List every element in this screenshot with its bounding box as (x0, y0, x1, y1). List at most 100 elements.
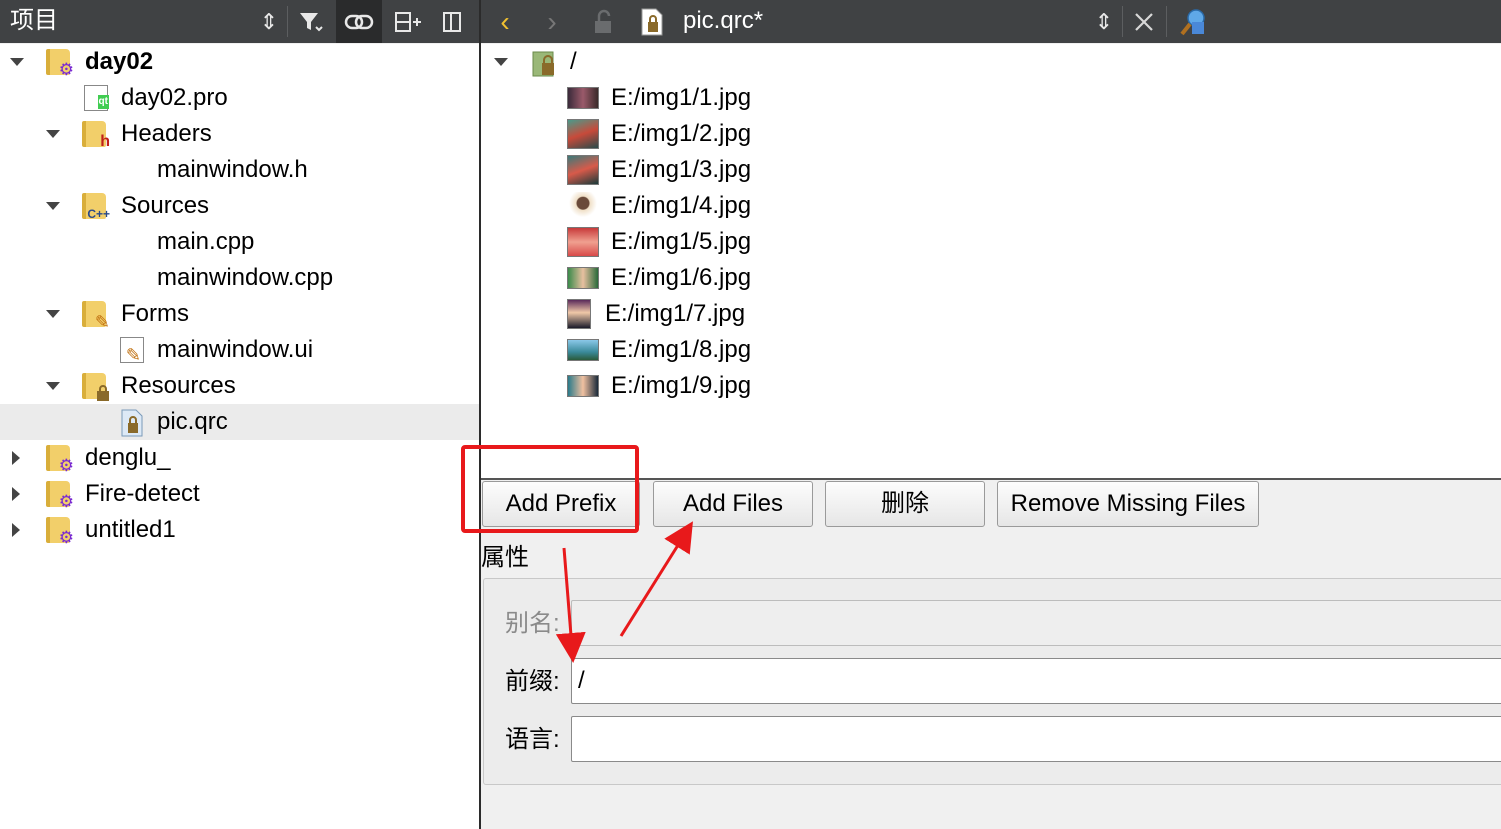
properties-group-title: 属性 (481, 544, 529, 571)
tree-item-label: pic.qrc (157, 408, 228, 435)
close-sidebar-icon[interactable] (434, 0, 470, 43)
tree-item-denglu[interactable]: ⚙ denglu_ (0, 440, 479, 476)
image-thumbnail-icon (567, 155, 599, 185)
tree-item-pic-qrc[interactable]: pic.qrc (0, 404, 479, 440)
resource-file-row[interactable]: E:/img1/7.jpg (481, 296, 1501, 332)
tree-item-label: mainwindow.h (157, 156, 308, 183)
tree-item-day02-pro[interactable]: qt day02.pro (0, 80, 479, 116)
tree-item-mainwindow-h[interactable]: mainwindow.h (0, 152, 479, 188)
ui-file-icon: ✎ (120, 337, 144, 364)
image-thumbnail-icon (567, 87, 599, 109)
lock-icon[interactable] (585, 0, 621, 43)
toolbar-divider (287, 6, 288, 37)
resource-file-label: E:/img1/3.jpg (611, 156, 752, 183)
collapse-arrow-icon[interactable] (46, 382, 60, 390)
tree-item-label: Resources (121, 372, 236, 399)
resource-file-row[interactable]: E:/img1/9.jpg (481, 368, 1501, 404)
resource-file-label: E:/img1/8.jpg (611, 336, 752, 363)
tree-item-mainwindow-ui[interactable]: ✎ mainwindow.ui (0, 332, 479, 368)
pro-file-icon: qt (84, 85, 109, 111)
tree-item-label: Headers (121, 120, 212, 147)
resource-file-row[interactable]: E:/img1/3.jpg (481, 152, 1501, 188)
sort-icon[interactable]: ⇕ (251, 0, 287, 43)
collapse-arrow-icon[interactable] (46, 202, 60, 210)
language-label: 语言: (505, 726, 560, 753)
expand-arrow-icon[interactable] (12, 523, 20, 537)
resource-file-row[interactable]: E:/img1/8.jpg (481, 332, 1501, 368)
tree-item-resources[interactable]: Resources (0, 368, 479, 404)
alias-label: 别名: (505, 610, 560, 637)
tree-item-label: untitled1 (85, 516, 176, 543)
resource-file-label: E:/img1/5.jpg (611, 228, 752, 255)
resource-tree[interactable]: / E:/img1/1.jpg E:/img1/2.jpg E:/img1/3.… (481, 44, 1501, 478)
headers-folder-icon: h (82, 121, 110, 150)
resource-file-row[interactable]: E:/img1/6.jpg (481, 260, 1501, 296)
tree-item-label: mainwindow.ui (157, 336, 314, 363)
expand-arrow-icon[interactable] (12, 487, 20, 501)
tree-item-label: day02.pro (121, 84, 228, 111)
alias-field[interactable] (571, 600, 1501, 646)
back-icon[interactable]: ‹ (487, 0, 523, 43)
toolbar-divider (1166, 6, 1167, 37)
prefix-field[interactable]: / (571, 658, 1501, 704)
filter-icon[interactable] (293, 0, 329, 43)
forward-icon[interactable]: › (534, 0, 570, 43)
tree-item-label: Sources (121, 192, 210, 219)
project-panel-toolbar: 项目 ⇕ (0, 0, 479, 43)
tree-item-mainwindow-cpp[interactable]: mainwindow.cpp (0, 260, 479, 296)
language-field[interactable] (571, 716, 1501, 762)
image-thumbnail-icon (567, 267, 599, 289)
resource-file-label: E:/img1/2.jpg (611, 120, 752, 147)
tree-item-untitled1[interactable]: ⚙ untitled1 (0, 512, 479, 548)
tree-item-sources[interactable]: C++ Sources (0, 188, 479, 224)
editor-tab-filename[interactable]: pic.qrc* (683, 6, 763, 36)
qrc-file-icon (120, 409, 144, 437)
image-thumbnail-icon (567, 299, 591, 329)
collapse-arrow-icon[interactable] (494, 58, 508, 66)
resource-file-label: E:/img1/4.jpg (611, 192, 752, 219)
remove-missing-files-button[interactable]: Remove Missing Files (997, 481, 1259, 527)
resource-file-label: E:/img1/1.jpg (611, 84, 752, 111)
split-add-icon[interactable] (390, 0, 426, 43)
updown-icon[interactable]: ⇕ (1086, 0, 1122, 43)
resource-file-row[interactable]: E:/img1/5.jpg (481, 224, 1501, 260)
tree-item-fire-detect[interactable]: ⚙ Fire-detect (0, 476, 479, 512)
tree-item-forms[interactable]: ✎ Forms (0, 296, 479, 332)
collapse-arrow-icon[interactable] (46, 130, 60, 138)
tree-item-headers[interactable]: h Headers (0, 116, 479, 152)
image-thumbnail-icon (567, 339, 599, 361)
add-files-button[interactable]: Add Files (653, 481, 813, 527)
toolbar-divider (1122, 6, 1123, 37)
resources-folder-icon (82, 373, 109, 401)
forms-folder-icon: ✎ (82, 301, 110, 331)
resource-file-row[interactable]: E:/img1/2.jpg (481, 116, 1501, 152)
collapse-arrow-icon[interactable] (10, 58, 24, 66)
locator-icon[interactable] (1175, 0, 1211, 43)
resource-prefix-label: / (570, 48, 577, 75)
resource-file-label: E:/img1/6.jpg (611, 264, 752, 291)
link-icon[interactable] (336, 0, 382, 43)
image-thumbnail-icon (567, 227, 599, 257)
image-thumbnail-icon (567, 119, 599, 149)
close-icon[interactable] (1126, 0, 1162, 43)
resource-file-row[interactable]: E:/img1/1.jpg (481, 80, 1501, 116)
image-thumbnail-icon (567, 192, 599, 220)
project-folder-icon: ⚙ (46, 517, 74, 546)
prefix-label: 前缀: (505, 668, 560, 695)
project-tree[interactable]: ⚙ day02 qt day02.pro h Headers mainwindo… (0, 44, 479, 829)
sources-folder-icon: C++ (82, 193, 110, 221)
project-folder-icon: ⚙ (46, 49, 74, 78)
tree-item-main-cpp[interactable]: main.cpp (0, 224, 479, 260)
resource-prefix-row[interactable]: / (481, 44, 1501, 80)
resource-file-row[interactable]: E:/img1/4.jpg (481, 188, 1501, 224)
delete-button[interactable]: 删除 (825, 481, 985, 527)
tree-item-day02[interactable]: ⚙ day02 (0, 44, 479, 80)
editor-toolbar: ‹ › pic.qrc* ⇕ (481, 0, 1501, 43)
expand-arrow-icon[interactable] (12, 451, 20, 465)
tree-item-label: main.cpp (157, 228, 255, 255)
tree-item-label: denglu_ (85, 444, 171, 471)
qrc-file-icon (634, 0, 670, 43)
project-panel-title: 项目 (10, 7, 58, 34)
collapse-arrow-icon[interactable] (46, 310, 60, 318)
resource-file-label: E:/img1/9.jpg (611, 372, 752, 399)
